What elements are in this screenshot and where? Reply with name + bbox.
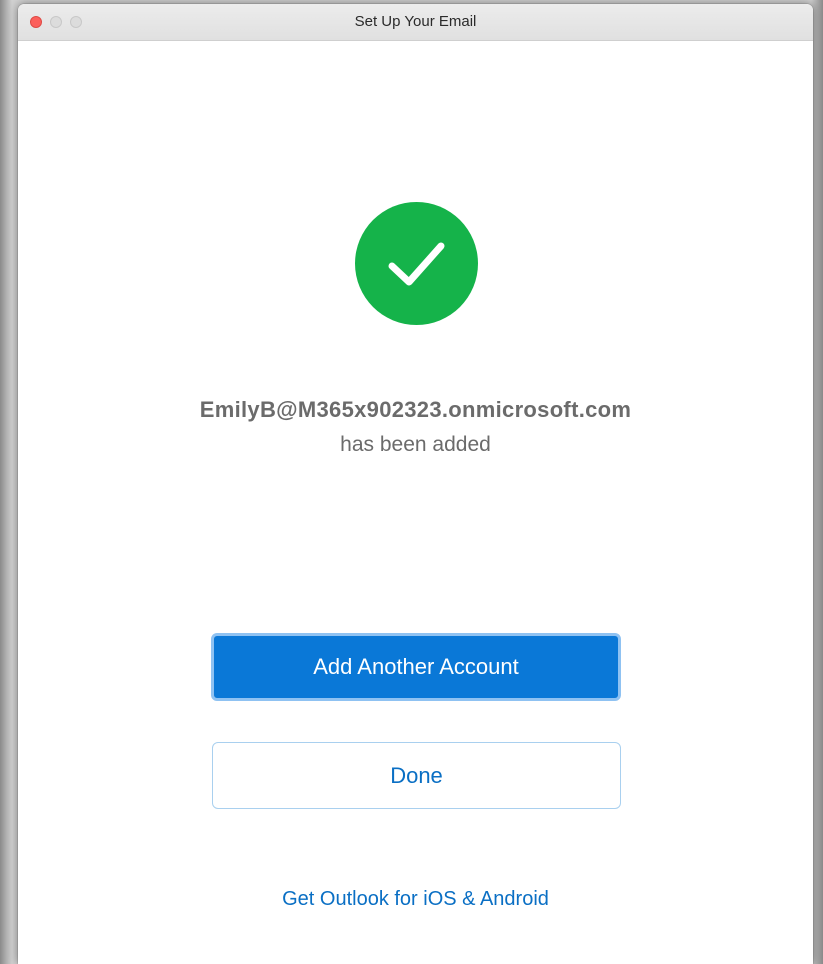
setup-email-window: Set Up Your Email EmilyB@M365x902323.onm… (18, 4, 813, 964)
done-button[interactable]: Done (212, 742, 621, 809)
add-another-account-button[interactable]: Add Another Account (211, 633, 621, 701)
title-bar[interactable]: Set Up Your Email (18, 4, 813, 41)
window-title: Set Up Your Email (354, 13, 477, 30)
get-outlook-mobile-link[interactable]: Get Outlook for iOS & Android (18, 888, 813, 911)
account-email: EmilyB@M365x902323.onmicrosoft.com (199, 397, 632, 422)
success-checkmark-icon (355, 202, 478, 325)
account-added-message: has been added (340, 433, 491, 456)
